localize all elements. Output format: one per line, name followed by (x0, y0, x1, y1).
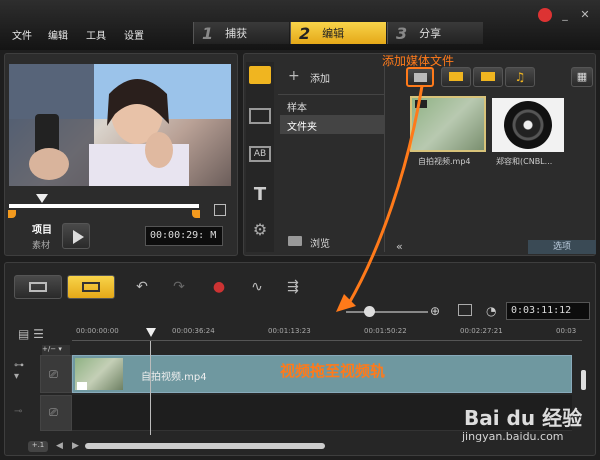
clip-mode-label[interactable]: 素材 (32, 238, 50, 251)
menu-edit[interactable]: 编辑 (48, 27, 68, 42)
annotation-arrow (336, 85, 424, 312)
fit-project-icon[interactable] (458, 304, 472, 316)
baidu-watermark-url: jingyan.baidu.com (462, 430, 564, 443)
timeline-icon (82, 282, 100, 292)
overlay-track-header[interactable]: ⎚ (40, 395, 72, 431)
timeline-playhead-handle[interactable] (146, 328, 156, 337)
scroll-left-icon[interactable]: ◀ (56, 441, 63, 451)
track-toggle[interactable]: +/− ▾ (42, 345, 70, 355)
filter-category-icon[interactable]: AB (249, 146, 271, 162)
video-preview (9, 64, 231, 186)
undo-icon[interactable]: ↶ (131, 278, 153, 296)
title-category-icon[interactable]: T (249, 184, 271, 205)
graphic-category-icon[interactable]: ⚙ (249, 220, 271, 239)
cd-icon (504, 101, 552, 149)
audio-wave-icon[interactable]: ∿ (246, 278, 268, 296)
redo-icon[interactable]: ↷ (168, 278, 190, 296)
thumbnail-audio[interactable] (492, 98, 564, 152)
vertical-scrollbar[interactable] (581, 370, 586, 390)
play-button[interactable] (62, 223, 90, 249)
play-icon (73, 230, 84, 244)
menu-tools[interactable]: 工具 (86, 27, 106, 42)
project-mode-label[interactable]: 项目 (32, 221, 52, 236)
storyboard-view-button[interactable] (14, 275, 62, 299)
transition-category-icon[interactable] (249, 108, 271, 124)
film-icon (29, 282, 47, 292)
clock-icon: ◔ (486, 304, 497, 318)
ripple-edit-icon[interactable]: ⊶ ▾ (14, 360, 38, 390)
folder-item-sample[interactable]: 样本 (287, 99, 307, 114)
auto-music-icon[interactable]: ⇶ (282, 278, 304, 296)
trim-end-handle[interactable] (192, 210, 200, 218)
timecode-display[interactable]: 00:00:29: M (145, 226, 223, 246)
browse-icon[interactable] (288, 236, 302, 246)
show-photo-button[interactable] (473, 67, 503, 87)
add-icon[interactable]: + (288, 68, 300, 84)
app-logo-icon (538, 8, 552, 22)
media-category-icon[interactable] (249, 66, 271, 84)
playhead-line (150, 341, 151, 435)
show-audio-button[interactable]: ♫ (505, 67, 535, 87)
video-track-header[interactable]: ⎚ (40, 355, 72, 393)
playhead-handle[interactable] (36, 194, 48, 203)
grid-icon: ▦ (576, 70, 588, 83)
add-folder-button[interactable]: 添加 (310, 70, 330, 85)
record-icon[interactable]: ● (208, 278, 230, 296)
tab-edit[interactable]: 2 编辑 (290, 22, 386, 44)
menu-file[interactable]: 文件 (12, 27, 32, 42)
trim-start-handle[interactable] (8, 210, 16, 218)
preview-frame-image (9, 64, 231, 186)
photo-icon (481, 72, 495, 81)
options-button[interactable]: 选项 (528, 240, 596, 254)
scroll-right-icon[interactable]: ▶ (72, 441, 79, 451)
project-duration: 0:03:11:12 (506, 302, 590, 320)
tab-capture[interactable]: 1 捕获 (193, 22, 289, 44)
minimize-icon[interactable]: _ (558, 8, 572, 22)
track-manager-icon[interactable]: ▤ ☰ (18, 327, 66, 345)
thumbnail-label: 郑容和(CNBL... (496, 157, 553, 166)
annotation-drag-to-track: 视频拖至视频轨 (280, 362, 386, 380)
overlay-track-icon: ⎚ (49, 406, 58, 419)
lock-icon[interactable]: ⊸ (14, 406, 22, 417)
video-track-icon: ⎚ (49, 368, 58, 381)
timeline-view-button[interactable] (67, 275, 115, 299)
show-video-button[interactable] (441, 67, 471, 87)
scrub-bar[interactable] (9, 204, 199, 208)
close-icon[interactable]: ✕ (578, 8, 592, 22)
expand-icon[interactable] (214, 204, 226, 216)
menu-settings[interactable]: 设置 (124, 27, 144, 42)
baidu-watermark-logo: Bai du 经验 (464, 406, 583, 430)
browse-button[interactable]: 浏览 (310, 235, 330, 250)
add-track-button[interactable]: +.1 (28, 441, 48, 452)
tab-share[interactable]: 3 分享 (387, 22, 483, 44)
horizontal-scrollbar[interactable] (85, 443, 325, 449)
film-icon (449, 72, 463, 81)
music-icon: ♫ (514, 70, 526, 84)
clip-audio-icon (77, 382, 87, 390)
view-mode-button[interactable]: ▦ (571, 67, 593, 87)
